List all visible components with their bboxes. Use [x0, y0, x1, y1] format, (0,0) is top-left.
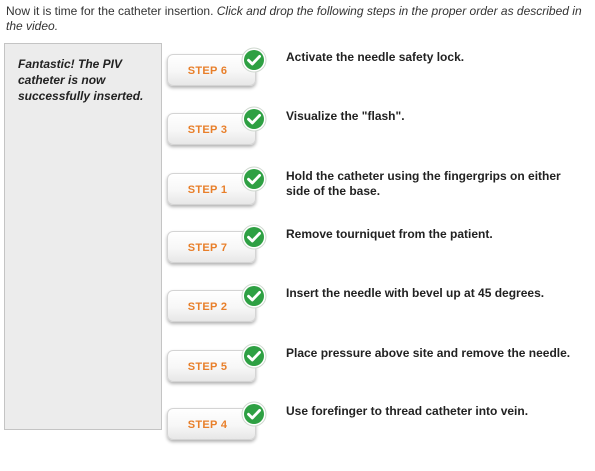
- step-description: Hold the catheter using the fingergrips …: [286, 169, 561, 198]
- step-description: Remove tourniquet from the patient.: [286, 227, 493, 241]
- feedback-message: Fantastic! The PIV catheter is now succe…: [18, 57, 144, 103]
- step-label: STEP 5: [187, 361, 228, 373]
- correct-check-icon: [241, 47, 267, 73]
- feedback-panel: Fantastic! The PIV catheter is now succe…: [4, 43, 162, 430]
- step-description: Use forefinger to thread catheter into v…: [286, 404, 529, 418]
- correct-check-icon: [241, 166, 267, 192]
- step-description: Visualize the "flash".: [286, 109, 405, 123]
- step-tile-draggable[interactable]: STEP 6: [167, 47, 267, 86]
- step-label: STEP 2: [187, 301, 228, 313]
- correct-check-icon: [241, 283, 267, 309]
- correct-check-icon: [241, 401, 267, 427]
- step-label: STEP 3: [187, 124, 228, 136]
- step-tile-draggable[interactable]: STEP 2: [167, 283, 267, 322]
- instructions-text: Now it is time for the catheter insertio…: [6, 4, 586, 34]
- step-description: Activate the needle safety lock.: [286, 50, 465, 64]
- instructions-plain: Now it is time for the catheter insertio…: [6, 4, 217, 18]
- step-label: STEP 4: [187, 419, 228, 431]
- step-description: Insert the needle with bevel up at 45 de…: [286, 286, 545, 300]
- step-tile-draggable[interactable]: STEP 4: [167, 401, 267, 440]
- correct-check-icon: [241, 224, 267, 250]
- step-row: STEP 1 Hold the catheter using the finge…: [167, 166, 587, 217]
- step-label: STEP 1: [187, 184, 228, 196]
- step-row: STEP 6 Activate the needle safety lock.: [167, 47, 587, 98]
- step-row: STEP 3 Visualize the "flash".: [167, 106, 587, 157]
- step-label: STEP 7: [187, 242, 228, 254]
- step-row: STEP 5 Place pressure above site and rem…: [167, 343, 587, 394]
- step-row: STEP 2 Insert the needle with bevel up a…: [167, 283, 587, 334]
- step-tile-draggable[interactable]: STEP 1: [167, 166, 267, 205]
- correct-check-icon: [241, 343, 267, 369]
- step-tile-draggable[interactable]: STEP 3: [167, 106, 267, 145]
- step-label: STEP 6: [187, 65, 228, 77]
- step-row: STEP 4 Use forefinger to thread catheter…: [167, 401, 587, 452]
- catheter-insertion-activity: Now it is time for the catheter insertio…: [0, 0, 595, 471]
- step-tile-draggable[interactable]: STEP 5: [167, 343, 267, 382]
- step-row: STEP 7 Remove tourniquet from the patien…: [167, 224, 587, 275]
- step-description: Place pressure above site and remove the…: [286, 346, 571, 360]
- correct-check-icon: [241, 106, 267, 132]
- step-tile-draggable[interactable]: STEP 7: [167, 224, 267, 263]
